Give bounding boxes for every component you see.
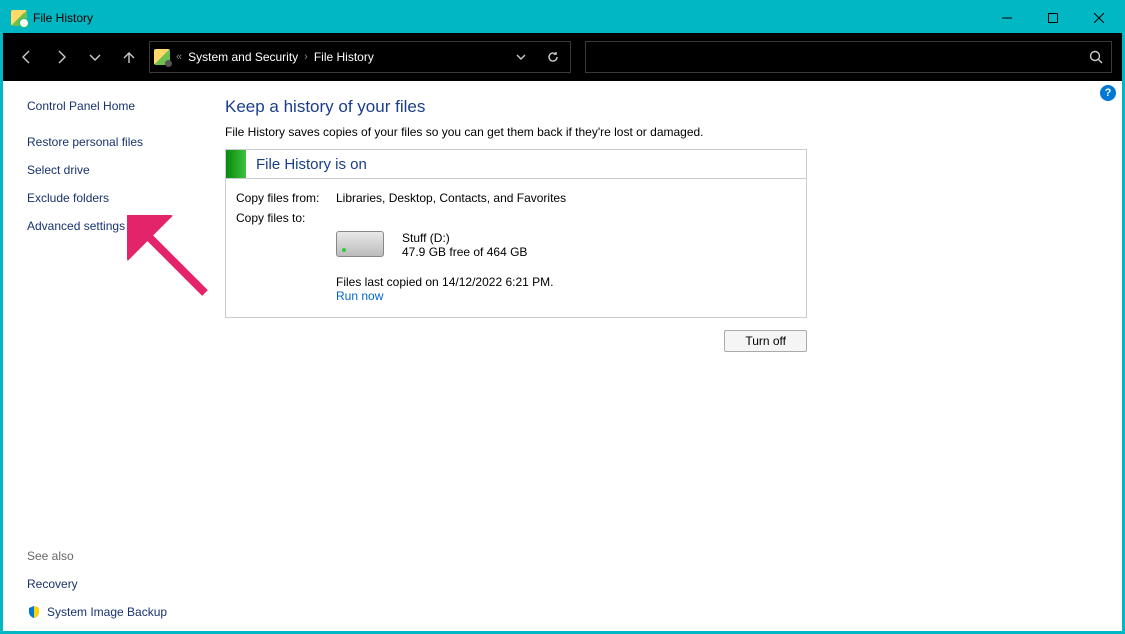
turn-off-button[interactable]: Turn off	[724, 330, 807, 352]
location-icon	[154, 49, 170, 65]
address-dropdown-button[interactable]	[508, 44, 534, 70]
recent-locations-button[interactable]	[81, 43, 109, 71]
sidebar-advanced-settings[interactable]: Advanced settings	[27, 219, 201, 233]
breadcrumb-system-security[interactable]: System and Security	[188, 50, 298, 64]
sidebar-recovery[interactable]: Recovery	[27, 577, 201, 591]
sidebar-item-label: System Image Backup	[47, 605, 167, 619]
drive-row: Stuff (D:) 47.9 GB free of 464 GB	[336, 231, 796, 259]
sidebar-exclude-folders[interactable]: Exclude folders	[27, 191, 201, 205]
chevron-right-icon: ›	[304, 51, 308, 63]
last-copied: Files last copied on 14/12/2022 6:21 PM.	[336, 275, 796, 289]
forward-button[interactable]	[47, 43, 75, 71]
shield-icon	[27, 605, 41, 619]
content-pane: ? Keep a history of your files File Hist…	[213, 81, 1122, 631]
panel-header: File History is on	[226, 150, 806, 179]
titlebar-left: File History	[11, 10, 93, 26]
copy-to-row: Copy files to:	[236, 211, 796, 225]
button-row: Turn off	[225, 330, 807, 352]
window-title: File History	[33, 11, 93, 25]
minimize-button[interactable]	[984, 3, 1030, 33]
sidebar-system-image-backup[interactable]: System Image Backup	[27, 605, 201, 619]
search-icon	[1089, 50, 1103, 64]
search-input[interactable]	[585, 41, 1112, 73]
run-now-link[interactable]: Run now	[336, 289, 383, 303]
copy-from-row: Copy files from: Libraries, Desktop, Con…	[236, 191, 796, 205]
panel-title: File History is on	[246, 156, 367, 173]
drive-free: 47.9 GB free of 464 GB	[402, 245, 527, 259]
refresh-button[interactable]	[540, 44, 566, 70]
main-area: Control Panel Home Restore personal file…	[3, 81, 1122, 631]
copy-from-value: Libraries, Desktop, Contacts, and Favori…	[336, 191, 566, 205]
page-heading: Keep a history of your files	[225, 97, 1102, 117]
sidebar-control-panel-home[interactable]: Control Panel Home	[27, 99, 201, 113]
panel-body: Copy files from: Libraries, Desktop, Con…	[226, 179, 806, 317]
page-subtext: File History saves copies of your files …	[225, 125, 1102, 139]
navbar: « System and Security › File History	[3, 33, 1122, 81]
sidebar-restore-personal-files[interactable]: Restore personal files	[27, 135, 201, 149]
up-button[interactable]	[115, 43, 143, 71]
help-icon[interactable]: ?	[1100, 85, 1116, 101]
window-controls	[984, 3, 1122, 33]
close-button[interactable]	[1076, 3, 1122, 33]
breadcrumb-prefix: «	[176, 51, 182, 63]
breadcrumb-file-history[interactable]: File History	[314, 50, 374, 64]
titlebar: File History	[3, 3, 1122, 33]
address-bar[interactable]: « System and Security › File History	[149, 41, 571, 73]
copy-from-label: Copy files from:	[236, 191, 336, 205]
app-icon	[11, 10, 27, 26]
drive-info: Stuff (D:) 47.9 GB free of 464 GB	[402, 231, 527, 259]
status-panel: File History is on Copy files from: Libr…	[225, 149, 807, 318]
see-also-label: See also	[27, 549, 201, 563]
sidebar: Control Panel Home Restore personal file…	[3, 81, 213, 631]
maximize-button[interactable]	[1030, 3, 1076, 33]
drive-icon	[336, 231, 384, 257]
drive-name: Stuff (D:)	[402, 231, 527, 245]
back-button[interactable]	[13, 43, 41, 71]
copy-to-label: Copy files to:	[236, 211, 336, 225]
sidebar-select-drive[interactable]: Select drive	[27, 163, 201, 177]
status-on-icon	[226, 150, 246, 178]
